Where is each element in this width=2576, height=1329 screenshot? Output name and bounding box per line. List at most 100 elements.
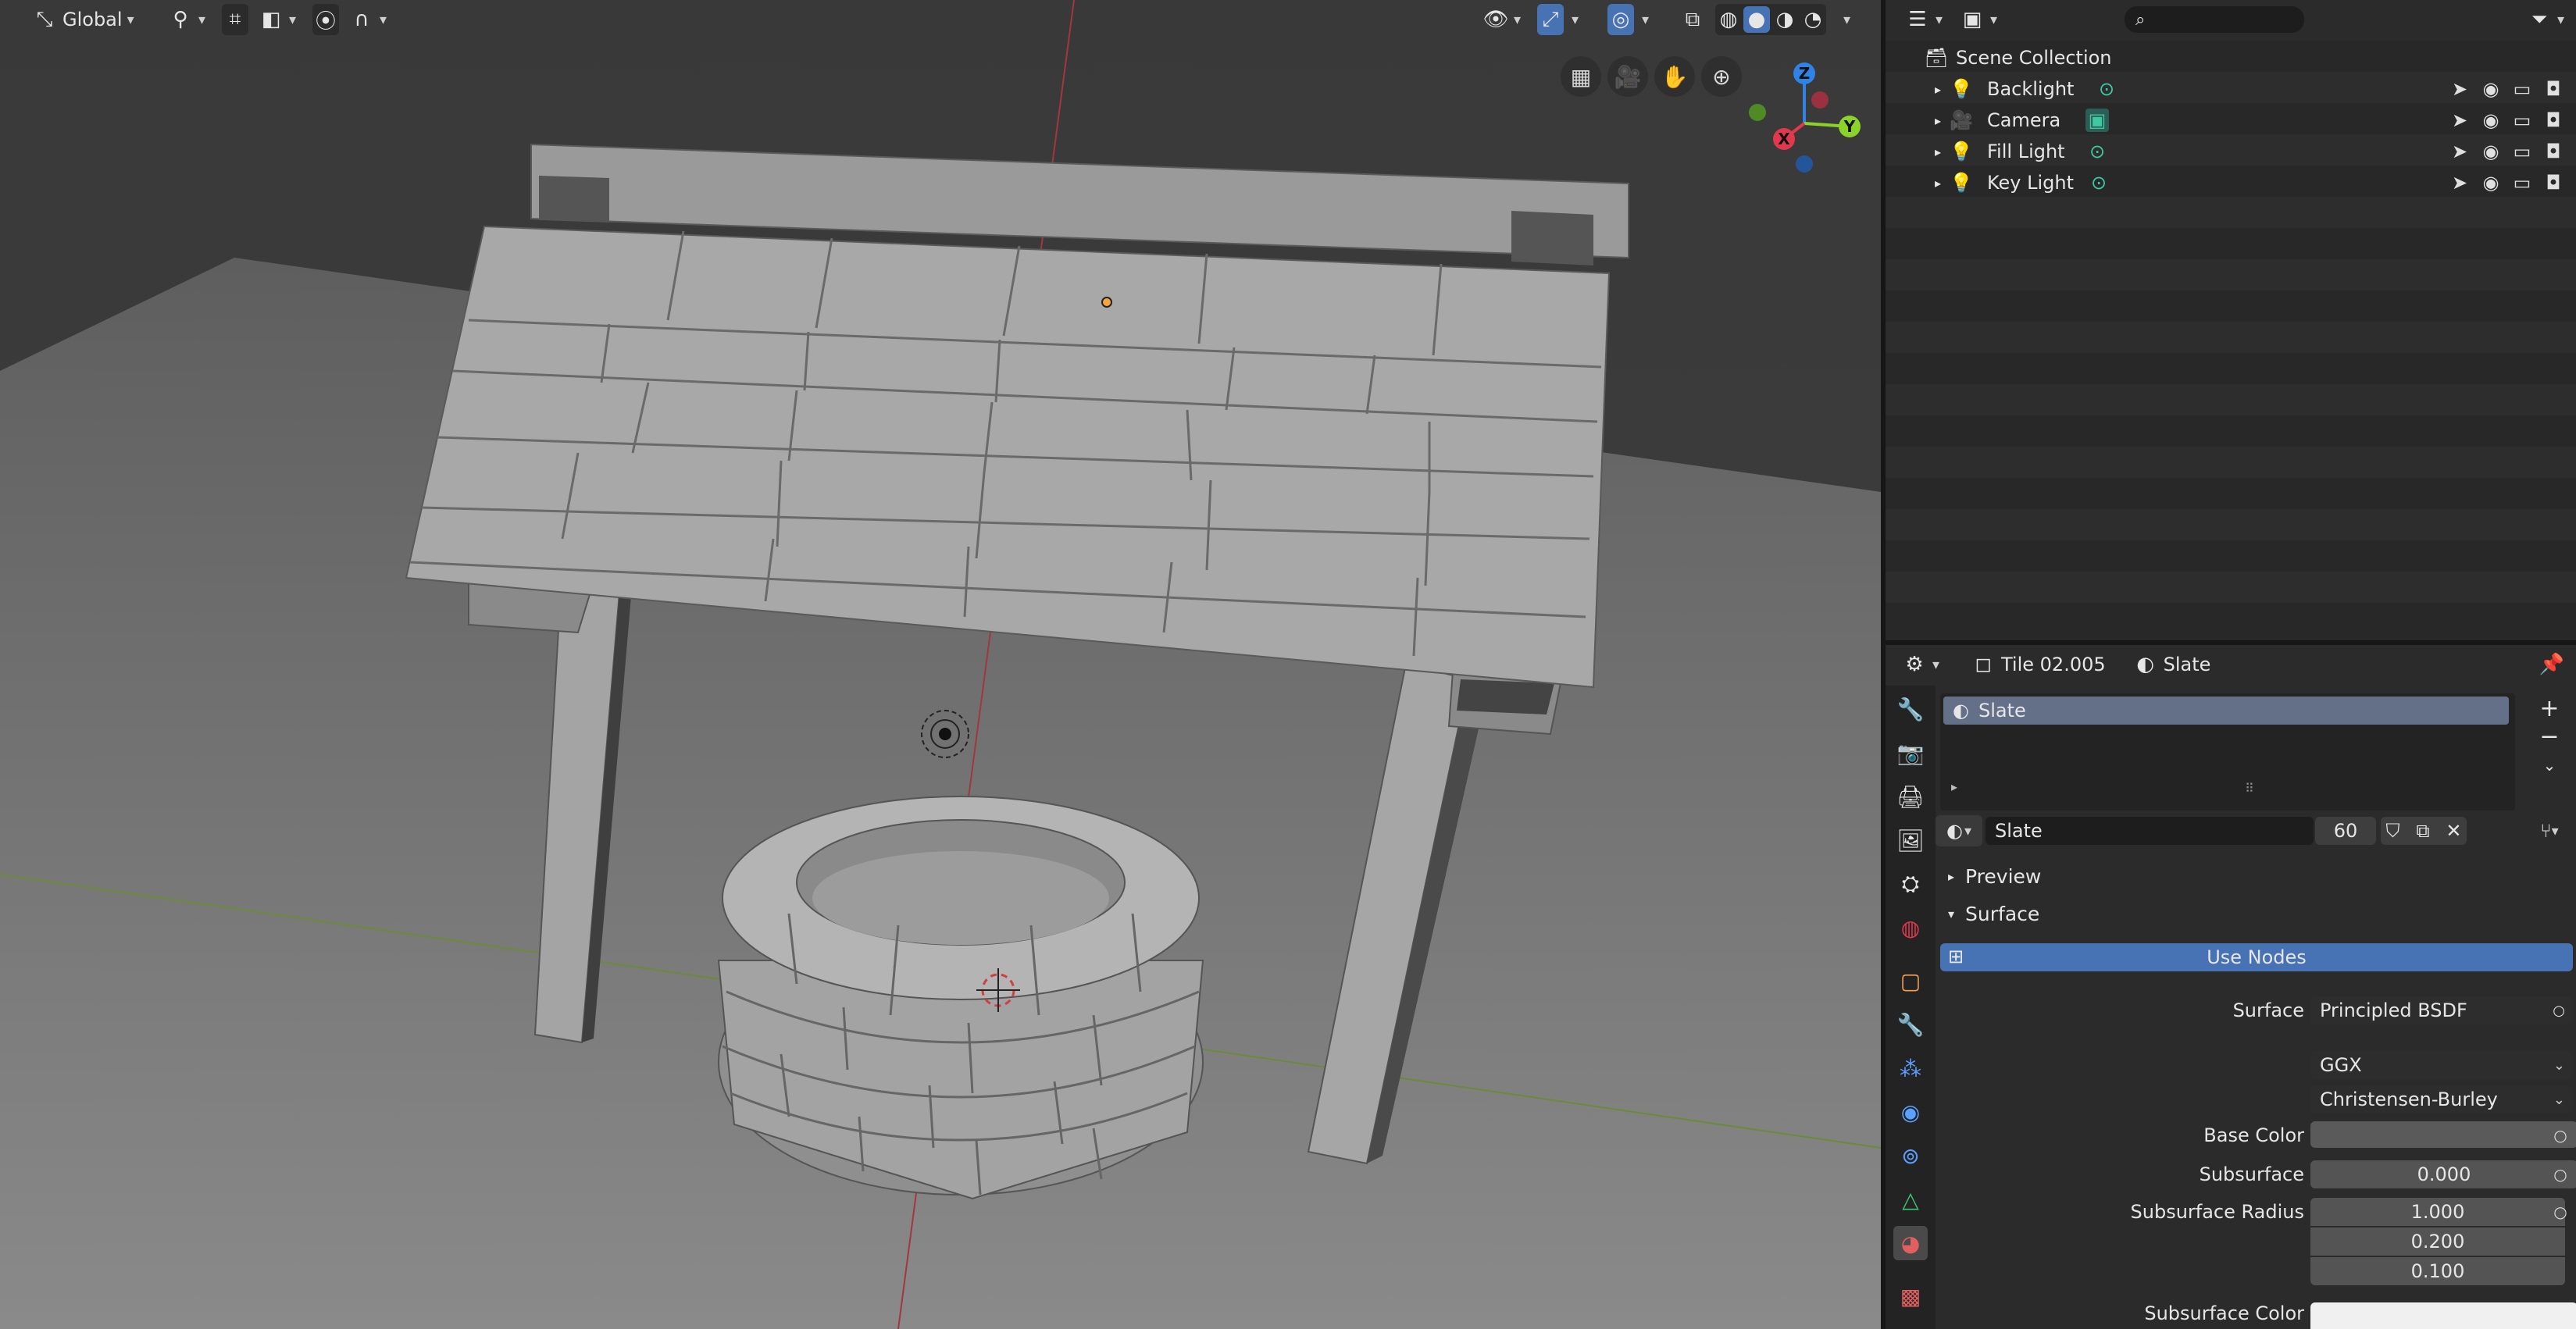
material-shading-icon[interactable]: ◑ <box>1771 6 1798 33</box>
expand-arrow-icon[interactable]: ▸ <box>1926 77 1950 101</box>
light-data-icon[interactable]: ⊙ <box>2085 140 2109 163</box>
unlink-x-icon[interactable]: ✕ <box>2446 820 2461 842</box>
camera-data-icon[interactable]: ▣ <box>2085 109 2109 132</box>
outliner-row-backlight[interactable]: ▸ 💡 Backlight ⊙ ➤ ◉ ▭ ◘ <box>1886 73 2576 105</box>
gizmo-dropdown[interactable]: ▾ <box>1572 4 1579 35</box>
expand-arrow-icon[interactable]: ▸ <box>1951 779 1957 794</box>
proportional-edit-toggle[interactable]: ⦿ <box>312 4 339 35</box>
solid-shading-icon[interactable]: ● <box>1743 6 1770 33</box>
object-data-tab-icon[interactable]: △ <box>1893 1182 1928 1217</box>
tool-tab-icon[interactable]: 🔧 <box>1893 692 1928 726</box>
modifier-wrench-icon[interactable]: 🔧 <box>1893 1007 1928 1042</box>
preview-panel-header[interactable]: ▸ Preview <box>1936 859 2576 893</box>
pin-button[interactable]: 📌 <box>2539 649 2565 680</box>
scene-render[interactable] <box>0 0 1881 1329</box>
socket-dot-icon[interactable]: ○ <box>2549 1201 2571 1223</box>
expand-arrow-icon[interactable]: ▸ <box>1926 171 1950 194</box>
render-camera-icon[interactable]: ◘ <box>2542 78 2565 100</box>
material-slot-list[interactable]: ◐ Slate ▸ ⠿ <box>1940 693 2515 811</box>
xray-toggle[interactable]: ⧉ <box>1679 4 1706 35</box>
eye-icon[interactable]: ◉ <box>2479 78 2503 100</box>
eye-icon[interactable]: ◉ <box>2479 109 2503 131</box>
user-count[interactable]: 60 <box>2315 817 2376 845</box>
render-camera-icon[interactable]: ◘ <box>2542 172 2565 194</box>
falloff-dropdown[interactable]: ∩ ▾ <box>348 4 387 35</box>
pan-hand-icon[interactable]: ✋ <box>1654 56 1695 97</box>
particles-tab-icon[interactable]: ⁂ <box>1893 1051 1928 1085</box>
object-visibility-dropdown[interactable]: 👁 ▾ <box>1482 4 1521 35</box>
resize-grip-icon[interactable]: ⠿ <box>2245 781 2254 796</box>
subsurface-radius-z[interactable]: 0.100 <box>2310 1257 2565 1285</box>
rendered-shading-icon[interactable]: ◔ <box>1800 6 1826 33</box>
monitor-icon[interactable]: ▭ <box>2510 172 2534 194</box>
distribution-dropdown[interactable]: GGX ⌄ <box>2310 1051 2573 1079</box>
texture-tab-icon[interactable]: ▩ <box>1893 1279 1928 1313</box>
render-tab-icon[interactable]: 📷 <box>1893 736 1928 770</box>
expand-arrow-icon[interactable]: ▸ <box>1926 140 1950 163</box>
select-cursor-icon[interactable]: ➤ <box>2448 172 2471 194</box>
constraints-tab-icon[interactable]: ⊚ <box>1893 1138 1928 1173</box>
eye-icon[interactable]: ◉ <box>2479 141 2503 162</box>
snap-target-dropdown[interactable]: ◧ ▾ <box>258 4 296 35</box>
outliner-row-key-light[interactable]: ▸ 💡 Key Light ⊙ ➤ ◉ ▭ ◘ <box>1886 167 2576 198</box>
outliner-row-camera[interactable]: ▸ 🎥 Camera ▣ ➤ ◉ ▭ ◘ <box>1886 105 2576 136</box>
select-cursor-icon[interactable]: ➤ <box>2448 109 2471 131</box>
3d-viewport[interactable]: ⤡ Global ▾ ⚲ ▾ ⌗ ◧ ▾ ⦿ ∩ ▾ 👁 ▾ ⤢ ▾ ◎ ▾ ⧉… <box>0 0 1881 1329</box>
subsurface-radius-y[interactable]: 0.200 <box>2310 1227 2565 1256</box>
eye-icon[interactable]: ◉ <box>2479 172 2503 194</box>
toggle-view-grid-icon[interactable]: ▦ <box>1561 56 1601 97</box>
shading-dropdown[interactable]: ▾ <box>1843 4 1850 35</box>
use-nodes-button[interactable]: ⊞ Use Nodes <box>1940 943 2573 971</box>
material-name-field[interactable]: Slate <box>1986 817 2314 845</box>
monitor-icon[interactable]: ▭ <box>2510 109 2534 131</box>
socket-dot-icon[interactable]: ○ <box>2549 1124 2571 1146</box>
pivot-point-dropdown[interactable]: ⚲ ▾ <box>167 4 205 35</box>
material-tab-icon[interactable]: ◕ <box>1893 1226 1928 1260</box>
overlays-toggle[interactable]: ◎ <box>1607 4 1634 35</box>
link-dropdown[interactable]: ⑂ ▾ <box>2526 817 2573 845</box>
duplicate-icon[interactable]: ⧉ <box>2416 820 2429 842</box>
browse-material-button[interactable]: ◐ ▾ <box>1936 815 1982 846</box>
base-color-swatch[interactable] <box>2310 1121 2576 1148</box>
outliner-row-scene-collection[interactable]: 🗃 Scene Collection <box>1886 42 2576 73</box>
render-camera-icon[interactable]: ◘ <box>2542 141 2565 162</box>
scene-tab-icon[interactable]: ⛭ <box>1893 867 1928 901</box>
subsurface-color-swatch[interactable] <box>2310 1302 2576 1329</box>
display-mode-dropdown[interactable]: ▣ ▾ <box>1959 4 1997 35</box>
editor-type-dropdown[interactable]: ☰ ▾ <box>1904 4 1943 35</box>
render-camera-icon[interactable]: ◘ <box>2542 109 2565 131</box>
gizmo-toggle[interactable]: ⤢ <box>1537 4 1564 35</box>
surface-panel-header[interactable]: ▾ Surface <box>1936 896 2576 931</box>
select-cursor-icon[interactable]: ➤ <box>2448 78 2471 100</box>
fake-user-shield-icon[interactable]: ⛉ <box>2385 820 2399 842</box>
slot-specials-chevron-down-icon[interactable]: ⌄ <box>2535 756 2564 784</box>
camera-view-icon[interactable]: 🎥 <box>1607 56 1648 97</box>
subsurface-radius-x[interactable]: 1.000 <box>2310 1198 2565 1226</box>
surface-shader-selector[interactable]: Principled BSDF ○ <box>2310 996 2573 1024</box>
snap-toggle[interactable]: ⌗ <box>222 4 248 35</box>
transform-orientation-dropdown[interactable]: ⤡ Global ▾ <box>31 4 134 35</box>
outliner-row-fill-light[interactable]: ▸ 💡 Fill Light ⊙ ➤ ◉ ▭ ◘ <box>1886 136 2576 167</box>
object-tab-icon[interactable]: ▢ <box>1893 964 1928 998</box>
subsurface-value-field[interactable]: 0.000 <box>2310 1160 2576 1188</box>
subsurface-method-dropdown[interactable]: Christensen-Burley ⌄ <box>2310 1085 2573 1113</box>
light-data-icon[interactable]: ⊙ <box>2095 77 2118 101</box>
expand-arrow-icon[interactable]: ▸ <box>1926 109 1950 132</box>
monitor-icon[interactable]: ▭ <box>2510 141 2534 162</box>
light-data-icon[interactable]: ⊙ <box>2087 171 2110 194</box>
material-slot-item[interactable]: ◐ Slate <box>1943 697 2509 725</box>
remove-slot-icon[interactable]: − <box>2535 723 2564 751</box>
wireframe-shading-icon[interactable]: ◍ <box>1715 6 1742 33</box>
overlays-dropdown[interactable]: ▾ <box>1642 4 1649 35</box>
socket-dot-icon[interactable]: ○ <box>2549 1163 2571 1185</box>
monitor-icon[interactable]: ▭ <box>2510 78 2534 100</box>
navigation-gizmo[interactable]: Z Y X <box>1734 55 1875 187</box>
filter-dropdown[interactable]: ⏷ ▾ <box>2526 4 2564 35</box>
world-tab-icon[interactable]: ◍ <box>1893 910 1928 945</box>
select-cursor-icon[interactable]: ➤ <box>2448 141 2471 162</box>
editor-type-dropdown[interactable]: ⚙ ▾ <box>1901 649 1939 680</box>
physics-tab-icon[interactable]: ◉ <box>1893 1095 1928 1129</box>
add-slot-icon[interactable]: + <box>2535 695 2564 723</box>
view-layer-tab-icon[interactable]: 🖼 <box>1893 823 1928 857</box>
outliner-search-input[interactable]: ⌕ <box>2125 6 2304 33</box>
